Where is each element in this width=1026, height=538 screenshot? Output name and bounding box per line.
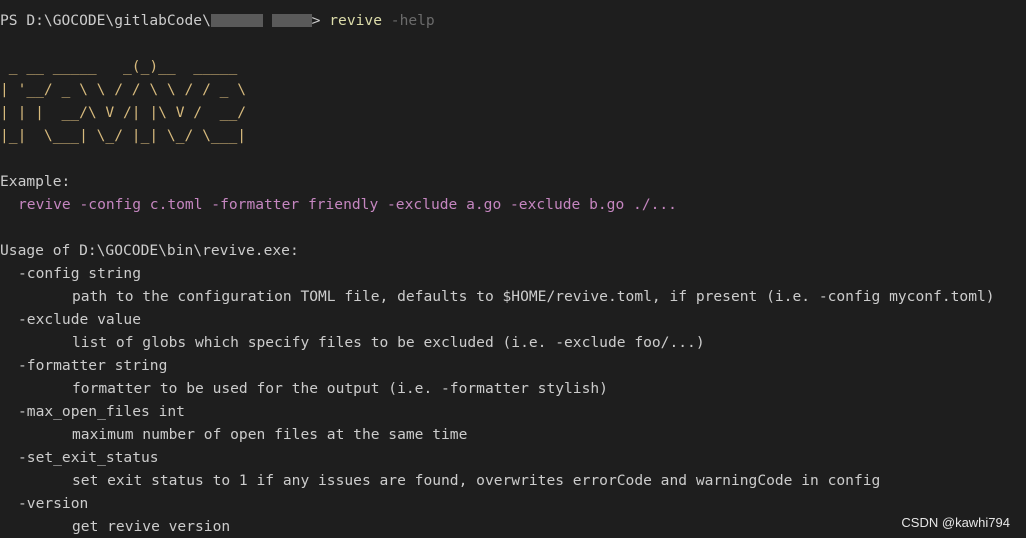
flag-name: -formatter string bbox=[18, 357, 168, 374]
prompt-line: PS D:\GOCODE\gitlabCode\ > revive -help bbox=[0, 9, 1026, 32]
ascii-art-line: | | | __/\ V /| |\ V / __/ bbox=[0, 104, 247, 121]
redacted-block bbox=[271, 13, 312, 27]
prompt-command: revive bbox=[329, 12, 382, 29]
prompt-path: PS D:\GOCODE\gitlabCode\ bbox=[0, 12, 211, 29]
flag-description: formatter to be used for the output (i.e… bbox=[72, 380, 608, 397]
flag-description: path to the configuration TOML file, def… bbox=[72, 288, 995, 305]
flag-name: -version bbox=[18, 495, 89, 512]
terminal-output: PS D:\GOCODE\gitlabCode\ > revive -help … bbox=[0, 9, 1026, 538]
flag-name: -max_open_files int bbox=[18, 403, 185, 420]
flag-description: maximum number of open files at the same… bbox=[72, 426, 468, 443]
flag-name: -set_exit_status bbox=[18, 449, 159, 466]
prompt-suffix: > bbox=[311, 12, 321, 29]
usage-header: Usage of D:\GOCODE\bin\revive.exe: bbox=[0, 242, 299, 259]
ascii-art-line: _ __ _____ _(_)__ _____ bbox=[0, 58, 238, 75]
example-command: revive -config c.toml -formatter friendl… bbox=[18, 196, 677, 213]
flag-description: set exit status to 1 if any issues are f… bbox=[72, 472, 881, 489]
redacted-block bbox=[210, 13, 263, 27]
flag-description: list of globs which specify files to be … bbox=[72, 334, 705, 351]
flag-name: -exclude value bbox=[18, 311, 142, 328]
flag-description: get revive version bbox=[72, 518, 231, 535]
ascii-art-line: |_| \___| \_/ |_| \_/ \___| bbox=[0, 127, 247, 144]
ascii-art-line: | '__/ _ \ \ / / \ \ / / _ \ bbox=[0, 81, 247, 98]
flag-name: -config string bbox=[18, 265, 142, 282]
prompt-argument: -help bbox=[390, 12, 435, 29]
example-label: Example: bbox=[0, 173, 71, 190]
watermark: CSDN @kawhi794 bbox=[901, 515, 1010, 530]
